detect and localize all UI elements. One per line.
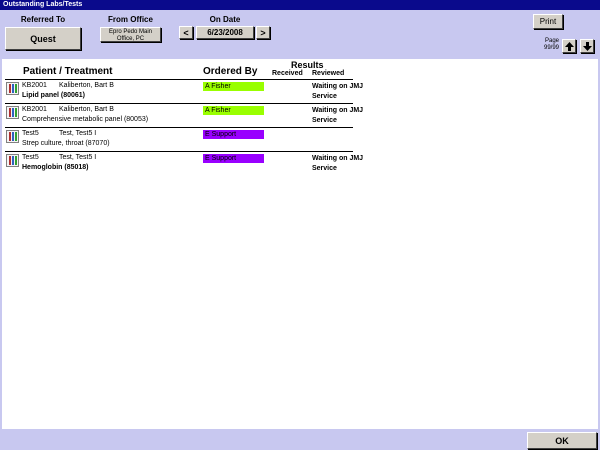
down-arrow-icon (582, 41, 592, 51)
test-tubes-icon (6, 154, 19, 167)
next-date-button[interactable]: > (256, 26, 270, 39)
table-row[interactable]: Test5 Test, Test5 I Strep culture, throa… (5, 127, 353, 151)
treatment: Comprehensive metabolic panel (80053) (22, 116, 149, 123)
ordered-by: E Support (203, 154, 264, 163)
treatment: Hemoglobin (85018) (22, 164, 89, 171)
referred-to-label: Referred To (20, 15, 66, 24)
page-value: 99/99 (543, 45, 559, 51)
ordered-by: A Fisher (203, 82, 264, 91)
window-title: Outstanding Labs/Tests (0, 0, 600, 10)
page-label: Page (544, 38, 559, 44)
test-tubes-icon (6, 82, 19, 95)
page-indicator: Page 99/99 (536, 38, 559, 52)
received-header: Received (272, 70, 303, 77)
patient-name: Kaliberton, Bart B (59, 106, 114, 113)
page-up-button[interactable] (562, 39, 576, 53)
table-row[interactable]: KB2001 Kaliberton, Bart B Comprehensive … (5, 103, 363, 127)
test-tubes-icon (6, 130, 19, 143)
table-row[interactable]: KB2001 Kaliberton, Bart B Lipid panel (8… (5, 79, 363, 103)
patient-id: KB2001 (22, 82, 47, 89)
table-row[interactable]: Test5 Test, Test5 I Hemoglobin (85018) E… (5, 151, 363, 175)
reviewed-status: Waiting on JMJ Service (312, 107, 364, 124)
ordered-by: E Support (203, 130, 264, 139)
ordered-by-header: Ordered By (203, 66, 258, 77)
from-office-button[interactable]: Epro Pedo Main Office, PC (100, 27, 161, 42)
referred-to-button[interactable]: Quest (5, 27, 81, 50)
results-header: Results (291, 60, 324, 70)
test-tubes-icon (6, 106, 19, 119)
on-date-label: On Date (209, 15, 241, 24)
prev-date-button[interactable]: < (179, 26, 193, 39)
from-office-label: From Office (108, 15, 153, 24)
patient-name: Kaliberton, Bart B (59, 82, 114, 89)
ordered-by: A Fisher (203, 106, 264, 115)
print-button[interactable]: Print (533, 14, 563, 29)
patient-id: Test5 (22, 154, 39, 161)
treatment: Strep culture, throat (87070) (22, 140, 110, 147)
reviewed-header: Reviewed (312, 70, 345, 77)
patient-treatment-header: Patient / Treatment (23, 66, 113, 77)
labs-list-panel: Patient / Treatment Ordered By Results R… (2, 59, 598, 429)
treatment: Lipid panel (80061) (22, 92, 86, 99)
reviewed-status: Waiting on JMJ Service (312, 155, 364, 172)
date-button[interactable]: 6/23/2008 (196, 26, 254, 39)
ok-button[interactable]: OK (527, 432, 597, 449)
page-down-button[interactable] (580, 39, 594, 53)
up-arrow-icon (564, 41, 574, 51)
patient-name: Test, Test5 I (59, 154, 97, 161)
patient-id: Test5 (22, 130, 39, 137)
reviewed-status: Waiting on JMJ Service (312, 83, 364, 100)
patient-name: Test, Test5 I (59, 130, 97, 137)
patient-id: KB2001 (22, 106, 47, 113)
